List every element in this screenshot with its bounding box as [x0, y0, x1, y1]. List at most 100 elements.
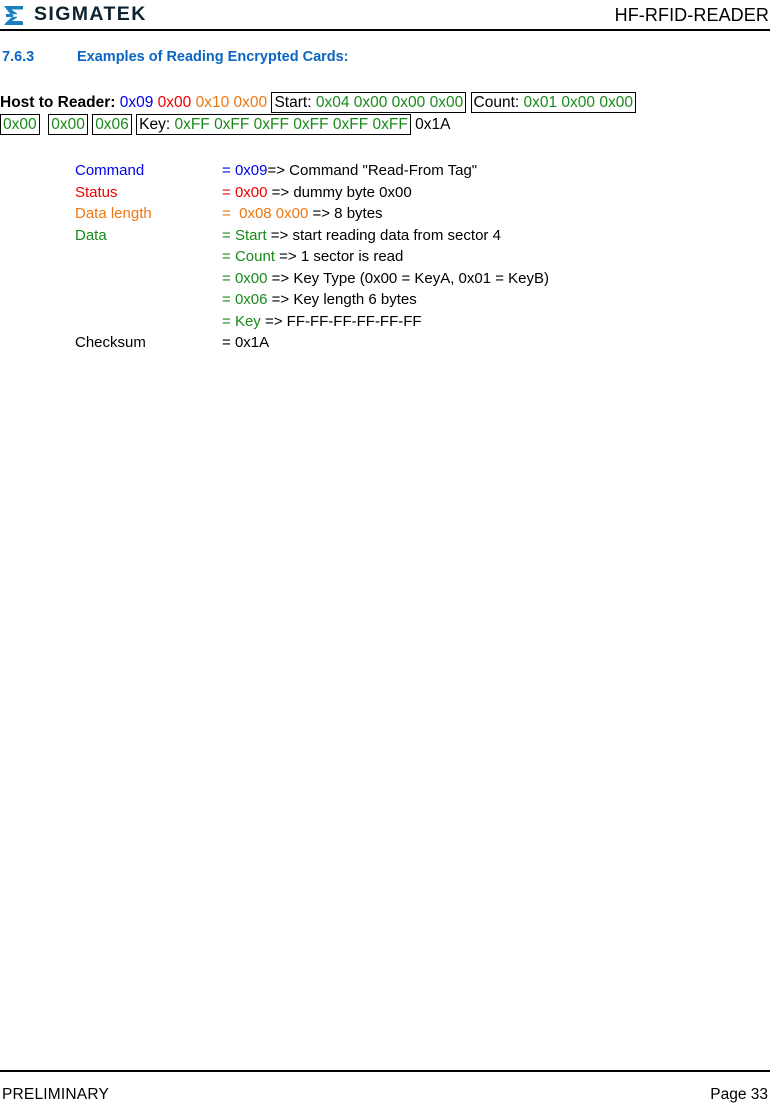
- byte-command: 0x09: [115, 94, 154, 111]
- frame-field-label: Data length: [75, 205, 152, 222]
- frame-field-description: Command "Read-From Tag": [285, 162, 478, 179]
- frame-field-label: Data: [75, 226, 107, 244]
- byte-length-lo: 0x10: [191, 94, 230, 111]
- frame-field-hex-value: Count: [234, 248, 275, 265]
- frame-field-arrow: =>: [267, 183, 290, 201]
- start-field-box: Start: 0x04 0x00 0x00 0x00: [271, 92, 467, 113]
- document-page: SIGMATEK HF-RFID-READER 7.6.3 Examples of…: [0, 0, 770, 1120]
- frame-line-2: 0x00 0x00 0x06 Key: 0xFF 0xFF 0xFF 0xFF …: [0, 114, 770, 136]
- frame-field-equals: =: [222, 312, 235, 330]
- header-divider: [0, 29, 770, 31]
- frame-field-hex-value: 0x08 0x00: [234, 205, 309, 222]
- frame-field-row: Data length = 0x08 0x00 => 8 bytes: [75, 203, 755, 225]
- frame-field-description: 8 bytes: [330, 205, 383, 222]
- frame-field-hex-value: Start: [234, 226, 267, 244]
- host-to-reader-label: Host to Reader:: [0, 94, 116, 111]
- byte-command-value: 0x09: [119, 94, 154, 111]
- host-to-reader-frame: Host to Reader: 0x09 0x00 0x10 0x00 Star…: [0, 92, 770, 136]
- frame-field-value: = 0x00 => Key Type (0x00 = KeyA, 0x01 = …: [222, 268, 549, 290]
- byte-status: 0x00: [153, 94, 192, 111]
- footer-status: PRELIMINARY: [2, 1086, 109, 1103]
- frame-field-value: = 0x09=> Command "Read-From Tag": [222, 160, 477, 182]
- frame-field-arrow: =>: [267, 291, 290, 308]
- frame-field-description: Key Type (0x00 = KeyA, 0x01 = KeyB): [289, 269, 550, 287]
- section-heading: 7.6.3 Examples of Reading Encrypted Cards…: [2, 49, 742, 65]
- frame-field-arrow: =>: [260, 312, 283, 330]
- page-header: SIGMATEK HF-RFID-READER: [0, 0, 770, 30]
- frame-field-equals: =: [222, 183, 235, 201]
- frame-field-hex-value: 0x1A: [234, 334, 270, 351]
- key-field-label: Key:: [139, 116, 171, 133]
- frame-field-row: = 0x00 => Key Type (0x00 = KeyA, 0x01 = …: [75, 268, 755, 290]
- frame-field-arrow: =>: [266, 226, 289, 244]
- key-length-box: 0x06: [92, 114, 132, 135]
- frame-field-value: = Key => FF-FF-FF-FF-FF-FF: [222, 311, 422, 333]
- frame-field-row: Data = Start => start reading data from s…: [75, 225, 755, 247]
- frame-field-value: = 0x08 0x00 => 8 bytes: [222, 203, 383, 225]
- count-field-box: Count: 0x01 0x00 0x00: [470, 92, 636, 113]
- brand-name: SIGMATEK: [34, 3, 147, 26]
- frame-field-arrow: =>: [267, 162, 285, 179]
- page-footer: PRELIMINARY Page 33: [0, 1086, 770, 1104]
- footer-page-number: Page 33: [710, 1086, 768, 1103]
- frame-field-equals: =: [222, 269, 235, 287]
- frame-field-description-list: Command = 0x09=> Command "Read-From Tag" S…: [75, 160, 755, 354]
- frame-field-description: FF-FF-FF-FF-FF-FF: [282, 312, 422, 330]
- footer-divider: [0, 1070, 770, 1072]
- frame-field-row: = 0x06 => Key length 6 bytes: [75, 289, 755, 311]
- frame-field-equals: =: [222, 205, 235, 222]
- key-field-bytes-value: 0xFF 0xFF 0xFF 0xFF 0xFF 0xFF: [174, 116, 408, 133]
- brand-logo: SIGMATEK: [0, 5, 147, 26]
- count-field-bytes: 0x01 0x00 0x00: [519, 94, 633, 111]
- count-field-bytes-value: 0x01 0x00 0x00: [523, 94, 633, 111]
- frame-field-arrow: =>: [267, 269, 290, 287]
- byte-status-value: 0x00: [157, 94, 192, 111]
- section-number: 7.6.3: [2, 49, 35, 65]
- frame-field-hex-value: 0x06: [234, 291, 268, 308]
- frame-field-value: = 0x06 => Key length 6 bytes: [222, 289, 417, 311]
- sigmatek-sigma-logo-icon: [4, 5, 23, 25]
- frame-field-row: = Key => FF-FF-FF-FF-FF-FF: [75, 311, 755, 333]
- frame-field-row: = Count => 1 sector is read: [75, 246, 755, 268]
- frame-field-row: Command = 0x09=> Command "Read-From Tag": [75, 160, 755, 182]
- frame-field-equals: =: [222, 226, 235, 244]
- frame-field-value: = Count => 1 sector is read: [222, 246, 403, 268]
- frame-field-description: dummy byte 0x00: [289, 183, 412, 201]
- frame-field-label: Status: [75, 183, 118, 201]
- key-type-box: 0x00: [48, 114, 88, 135]
- frame-field-arrow: =>: [274, 248, 297, 265]
- frame-field-description: 1 sector is read: [296, 248, 404, 265]
- checksum-byte: 0x1A: [415, 116, 451, 133]
- frame-field-value: = 0x00 => dummy byte 0x00: [222, 182, 412, 204]
- frame-field-label: Command: [75, 162, 145, 179]
- frame-field-hex-value: Key: [234, 312, 261, 330]
- frame-field-description: start reading data from sector 4: [288, 226, 501, 244]
- count-field-label: Count:: [473, 94, 520, 111]
- frame-field-equals: =: [222, 291, 235, 308]
- frame-field-hex-value: 0x00: [234, 183, 268, 201]
- frame-field-equals: =: [222, 334, 235, 351]
- frame-field-description: Key length 6 bytes: [289, 291, 417, 308]
- count-field-box-continued: 0x00: [0, 114, 40, 135]
- frame-field-row: Checksum = 0x1A: [75, 332, 755, 354]
- byte-length-lo-value: 0x10: [195, 94, 230, 111]
- frame-field-label: Checksum: [75, 334, 146, 351]
- start-field-bytes-value: 0x04 0x00 0x00 0x00: [315, 94, 464, 111]
- frame-field-value: = 0x1A: [222, 332, 269, 354]
- start-field-label: Start:: [274, 94, 312, 111]
- key-field-bytes: 0xFF 0xFF 0xFF 0xFF 0xFF 0xFF: [170, 116, 408, 133]
- frame-field-value: = Start => start reading data from secto…: [222, 225, 501, 247]
- frame-field-arrow: =>: [308, 205, 331, 222]
- start-field-bytes: 0x04 0x00 0x00 0x00: [312, 94, 464, 111]
- frame-field-equals: =: [222, 248, 235, 265]
- byte-length-hi: 0x00: [229, 94, 268, 111]
- byte-length-hi-value: 0x00: [233, 94, 268, 111]
- frame-field-row: Status = 0x00 => dummy byte 0x00: [75, 182, 755, 204]
- document-title: HF-RFID-READER: [614, 5, 769, 25]
- frame-field-hex-value: 0x00: [234, 269, 268, 287]
- frame-line-1: Host to Reader: 0x09 0x00 0x10 0x00 Star…: [0, 92, 770, 114]
- frame-field-hex-value: 0x09: [234, 162, 268, 179]
- section-title: Examples of Reading Encrypted Cards:: [77, 49, 349, 65]
- key-field-box: Key: 0xFF 0xFF 0xFF 0xFF 0xFF 0xFF: [136, 114, 411, 135]
- frame-field-equals: =: [222, 162, 235, 179]
